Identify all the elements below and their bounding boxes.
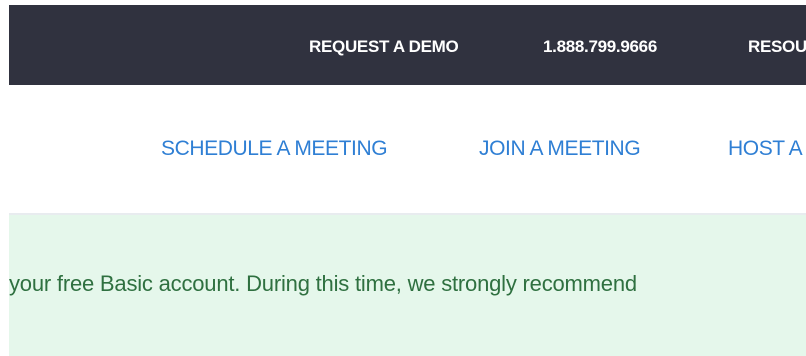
phone-number-link[interactable]: 1.888.799.9666 — [543, 5, 657, 85]
resources-menu-link[interactable]: RESOU — [748, 5, 806, 85]
request-demo-link[interactable]: REQUEST A DEMO — [309, 5, 459, 85]
main-navigation: SCHEDULE A MEETING JOIN A MEETING HOST A — [9, 85, 806, 213]
page-left-edge — [0, 0, 9, 356]
account-notice-text: your free Basic account. During this tim… — [9, 271, 637, 296]
account-notice-banner: your free Basic account. During this tim… — [9, 215, 806, 356]
host-meeting-link[interactable]: HOST A — [728, 85, 803, 213]
schedule-meeting-link[interactable]: SCHEDULE A MEETING — [161, 85, 388, 213]
page: REQUEST A DEMO 1.888.799.9666 RESOU SCHE… — [0, 0, 806, 356]
join-meeting-link[interactable]: JOIN A MEETING — [479, 85, 641, 213]
top-utility-bar: REQUEST A DEMO 1.888.799.9666 RESOU — [9, 5, 806, 85]
